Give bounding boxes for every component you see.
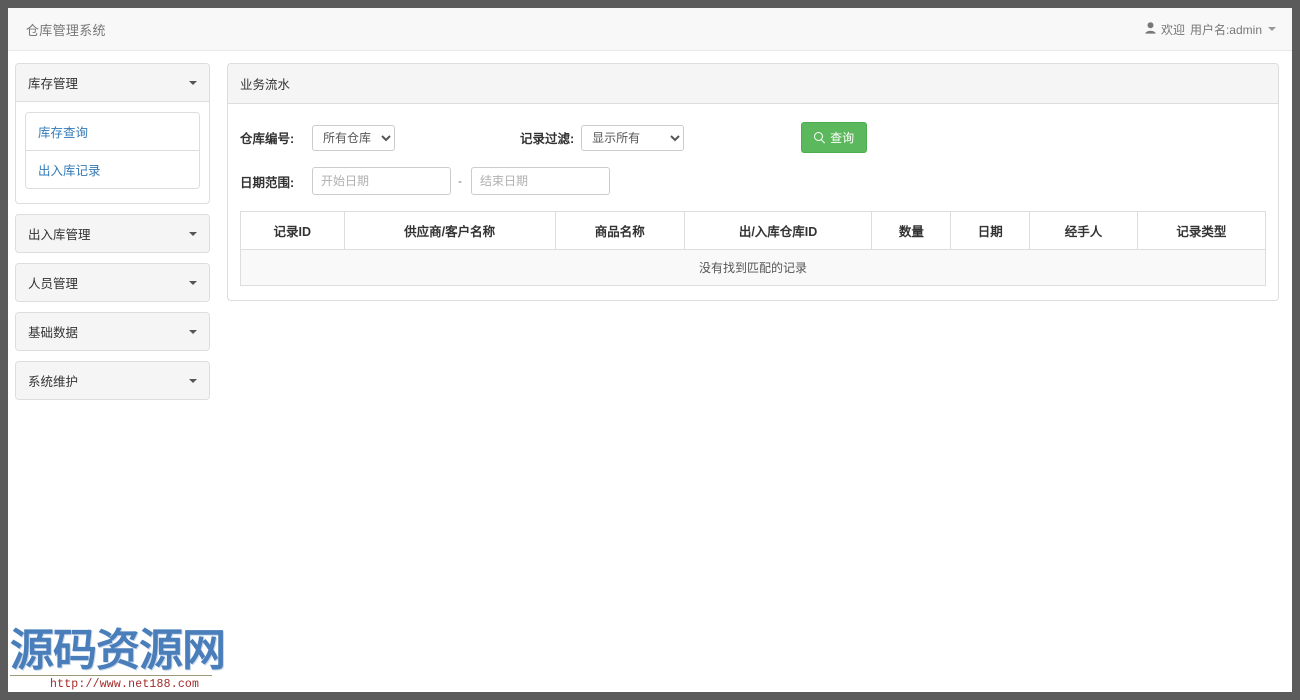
column-header-date: 日期 (951, 212, 1030, 250)
browser-viewport: 仓库管理系统 欢迎 用户名:admin 库存管理 (8, 8, 1292, 692)
sidebar-nav-list: 库存查询 出入库记录 (25, 112, 200, 189)
page-content: 库存管理 库存查询 出入库记录 出入库管理 (8, 51, 1292, 410)
sidebar-panel-maintenance: 系统维护 (15, 361, 210, 400)
column-header-goods: 商品名称 (555, 212, 684, 250)
sidebar-item-inout-records[interactable]: 出入库记录 (26, 151, 199, 188)
sidebar-panel-basedata: 基础数据 (15, 312, 210, 351)
sidebar-panel-title: 出入库管理 (28, 224, 91, 243)
filter-row-primary: 仓库编号: 所有仓库 记录过滤: 显示所有 查询 (240, 122, 1266, 153)
caret-down-icon (189, 330, 197, 334)
sidebar-panel-header-basedata[interactable]: 基础数据 (16, 313, 209, 350)
sidebar-panel-title: 库存管理 (28, 73, 78, 92)
column-header-record-type: 记录类型 (1137, 212, 1265, 250)
table-header-row: 记录ID 供应商/客户名称 商品名称 出/入库仓库ID 数量 日期 经手人 记录… (241, 212, 1266, 250)
watermark-divider (10, 675, 212, 676)
watermark-title: 源码资源网 (8, 629, 218, 673)
search-icon (814, 132, 825, 143)
column-header-quantity: 数量 (872, 212, 951, 250)
column-header-supplier: 供应商/客户名称 (344, 212, 555, 250)
sidebar-panel-staff: 人员管理 (15, 263, 210, 302)
username-label: 用户名:admin (1190, 21, 1262, 38)
app-title[interactable]: 仓库管理系统 (26, 20, 106, 39)
caret-down-icon (189, 379, 197, 383)
record-filter-select[interactable]: 显示所有 (581, 125, 684, 151)
warehouse-label: 仓库编号: (240, 128, 308, 147)
search-button[interactable]: 查询 (801, 122, 867, 153)
column-header-record-id: 记录ID (241, 212, 345, 250)
record-filter-label: 记录过滤: (520, 128, 574, 147)
records-table: 记录ID 供应商/客户名称 商品名称 出/入库仓库ID 数量 日期 经手人 记录… (240, 211, 1266, 286)
sidebar-panel-header-staff[interactable]: 人员管理 (16, 264, 209, 301)
main-content: 业务流水 仓库编号: 所有仓库 记录过滤: 显示所有 (227, 63, 1279, 301)
table-row-empty: 没有找到匹配的记录 (241, 250, 1266, 286)
column-header-warehouse: 出/入库仓库ID (684, 212, 872, 250)
transactions-panel: 业务流水 仓库编号: 所有仓库 记录过滤: 显示所有 (227, 63, 1279, 301)
sidebar-panel-header-maintenance[interactable]: 系统维护 (16, 362, 209, 399)
search-button-label: 查询 (830, 129, 854, 146)
warehouse-select[interactable]: 所有仓库 (312, 125, 395, 151)
filter-row-date: 日期范围: - (240, 167, 1266, 195)
chevron-down-icon[interactable] (1268, 27, 1276, 31)
empty-message: 没有找到匹配的记录 (241, 250, 1266, 286)
date-range-label: 日期范围: (240, 172, 308, 191)
sidebar-panel-body-inventory: 库存查询 出入库记录 (16, 102, 209, 203)
sidebar-panel-inventory: 库存管理 库存查询 出入库记录 (15, 63, 210, 204)
records-table-wrapper: 记录ID 供应商/客户名称 商品名称 出/入库仓库ID 数量 日期 经手人 记录… (240, 211, 1266, 286)
watermark: 源码资源网 http://www.net188.com (8, 629, 218, 691)
panel-title: 业务流水 (228, 64, 1278, 104)
sidebar-item-inventory-query[interactable]: 库存查询 (26, 113, 199, 151)
sidebar-panel-header-inventory[interactable]: 库存管理 (16, 64, 209, 102)
sidebar-panel-inout: 出入库管理 (15, 214, 210, 253)
date-start-input[interactable] (312, 167, 451, 195)
panel-body: 仓库编号: 所有仓库 记录过滤: 显示所有 查询 (228, 104, 1278, 300)
sidebar-panel-header-inout[interactable]: 出入库管理 (16, 215, 209, 252)
sidebar-panel-title: 系统维护 (28, 371, 78, 390)
table-body: 没有找到匹配的记录 (241, 250, 1266, 286)
top-navbar: 仓库管理系统 欢迎 用户名:admin (8, 8, 1292, 51)
user-icon (1145, 22, 1156, 37)
date-separator: - (458, 174, 462, 188)
sidebar-panel-title: 基础数据 (28, 322, 78, 341)
caret-down-icon (189, 81, 197, 85)
welcome-text: 欢迎 (1161, 21, 1185, 38)
user-menu[interactable]: 欢迎 用户名:admin (1145, 21, 1276, 38)
caret-down-icon (189, 281, 197, 285)
sidebar-panel-title: 人员管理 (28, 273, 78, 292)
caret-down-icon (189, 232, 197, 236)
watermark-url: http://www.net188.com (8, 678, 218, 691)
column-header-handler: 经手人 (1030, 212, 1138, 250)
date-end-input[interactable] (471, 167, 610, 195)
sidebar: 库存管理 库存查询 出入库记录 出入库管理 (15, 63, 210, 410)
table-head: 记录ID 供应商/客户名称 商品名称 出/入库仓库ID 数量 日期 经手人 记录… (241, 212, 1266, 250)
